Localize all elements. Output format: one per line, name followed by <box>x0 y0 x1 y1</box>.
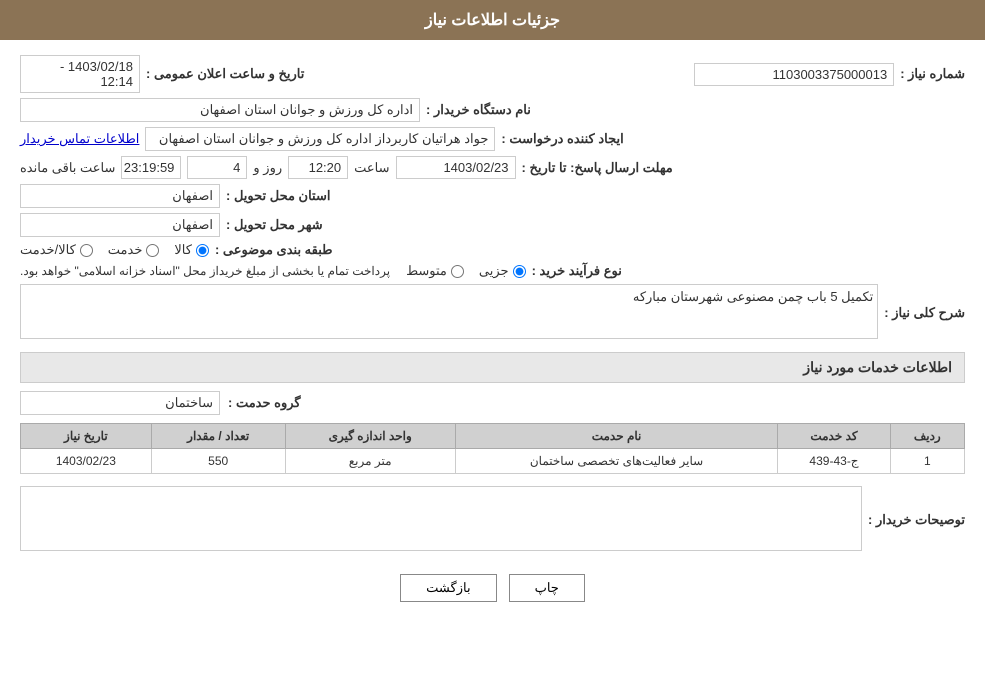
process-radio1-label: جزیی <box>479 263 509 279</box>
process-radio-item-2: متوسط <box>406 263 464 279</box>
category-radio2-label: خدمت <box>108 242 143 258</box>
deadline-row: مهلت ارسال پاسخ: تا تاریخ : 1403/02/23 س… <box>20 156 965 179</box>
process-radio-group: متوسط جزیی <box>406 263 526 279</box>
deadline-remaining-value: 23:19:59 <box>121 156 181 179</box>
description-label: شرح کلی نیاز : <box>884 305 965 321</box>
deadline-days-label: روز و <box>253 160 282 176</box>
process-radio1[interactable] <box>513 265 526 278</box>
col-code: کد خدمت <box>778 424 890 449</box>
process-radio2[interactable] <box>451 265 464 278</box>
city-row: شهر محل تحویل : اصفهان <box>20 213 965 237</box>
deadline-time-label: ساعت <box>354 160 389 176</box>
cell-quantity: 550 <box>151 449 285 474</box>
category-radio3-label: کالا/خدمت <box>20 242 76 258</box>
col-quantity: تعداد / مقدار <box>151 424 285 449</box>
description-row: شرح کلی نیاز : تکمیل 5 باب چمن مصنوعی شه… <box>20 284 965 342</box>
col-name: نام حدمت <box>455 424 778 449</box>
category-radio-item-2: خدمت <box>108 242 160 258</box>
category-radio3[interactable] <box>80 244 93 257</box>
buyer-notes-row: توصیحات خریدار : <box>20 486 965 554</box>
category-radio-item-3: کالا/خدمت <box>20 242 93 258</box>
service-group-row: گروه حدمت : ساختمان <box>20 391 965 415</box>
deadline-remaining-label: ساعت باقی مانده <box>20 160 115 176</box>
print-button[interactable]: چاپ <box>509 574 585 602</box>
requester-value: جواد هراتیان کاربرداز اداره کل ورزش و جو… <box>145 127 495 151</box>
need-number-value: 1103003375000013 <box>694 63 894 86</box>
cell-row: 1 <box>890 449 964 474</box>
table-header-row: ردیف کد خدمت نام حدمت واحد اندازه گیری ت… <box>21 424 965 449</box>
deadline-days-value: 4 <box>187 156 247 179</box>
deadline-label: مهلت ارسال پاسخ: تا تاریخ : <box>522 160 673 176</box>
deadline-date: 1403/02/23 <box>396 156 516 179</box>
requester-row: ایجاد کننده درخواست : جواد هراتیان کاربر… <box>20 127 965 151</box>
need-number-row: شماره نیاز : 1103003375000013 تاریخ و سا… <box>20 55 965 93</box>
buyer-notes-container <box>20 486 862 554</box>
buyer-notes-textarea[interactable] <box>20 486 862 551</box>
province-value: اصفهان <box>20 184 220 208</box>
category-radio1-label: کالا <box>174 242 192 258</box>
category-label: طبقه بندی موضوعی : <box>215 242 333 258</box>
announce-date-value: 1403/02/18 - 12:14 <box>20 55 140 93</box>
category-radio1[interactable] <box>196 244 209 257</box>
province-label: استان محل تحویل : <box>226 188 331 204</box>
process-radio2-label: متوسط <box>406 263 447 279</box>
process-row: نوع فرآیند خرید : متوسط جزیی پرداخت تمام… <box>20 263 965 279</box>
category-row: طبقه بندی موضوعی : کالا/خدمت خدمت کالا <box>20 242 965 258</box>
back-button[interactable]: بازگشت <box>400 574 496 602</box>
category-radio-item-1: کالا <box>174 242 209 258</box>
announce-date-label: تاریخ و ساعت اعلان عمومی : <box>146 66 304 82</box>
cell-unit: متر مربع <box>285 449 455 474</box>
city-value: اصفهان <box>20 213 220 237</box>
services-table: ردیف کد خدمت نام حدمت واحد اندازه گیری ت… <box>20 423 965 474</box>
button-row: چاپ بازگشت <box>20 574 965 622</box>
category-radio2[interactable] <box>146 244 159 257</box>
process-radio-item-1: جزیی <box>479 263 526 279</box>
category-radio-group: کالا/خدمت خدمت کالا <box>20 242 209 258</box>
deadline-time-value: 12:20 <box>288 156 348 179</box>
buyer-org-value: اداره کل ورزش و جوانان استان اصفهان <box>20 98 420 122</box>
col-unit: واحد اندازه گیری <box>285 424 455 449</box>
page-header: جزئیات اطلاعات نیاز <box>0 0 985 40</box>
city-label: شهر محل تحویل : <box>226 217 323 233</box>
table-row: 1ج-43-439سایر فعالیت‌های تخصصی ساختمانمت… <box>21 449 965 474</box>
page-title: جزئیات اطلاعات نیاز <box>425 12 560 29</box>
col-row: ردیف <box>890 424 964 449</box>
requester-label: ایجاد کننده درخواست : <box>501 131 623 147</box>
main-content: شماره نیاز : 1103003375000013 تاریخ و سا… <box>0 40 985 637</box>
cell-code: ج-43-439 <box>778 449 890 474</box>
service-group-value: ساختمان <box>20 391 220 415</box>
col-date: تاریخ نیاز <box>21 424 152 449</box>
buyer-org-label: نام دستگاه خریدار : <box>426 102 531 118</box>
contact-link[interactable]: اطلاعات تماس خریدار <box>20 131 139 147</box>
description-value: تکمیل 5 باب چمن مصنوعی شهرستان مبارکه <box>633 289 873 305</box>
process-label: نوع فرآیند خرید : <box>532 263 622 279</box>
province-row: استان محل تحویل : اصفهان <box>20 184 965 208</box>
page-container: جزئیات اطلاعات نیاز شماره نیاز : 1103003… <box>0 0 985 691</box>
buyer-notes-label: توصیحات خریدار : <box>868 512 965 528</box>
services-section-title: اطلاعات خدمات مورد نیاز <box>20 352 965 383</box>
need-number-label: شماره نیاز : <box>900 66 965 82</box>
process-note: پرداخت تمام یا بخشی از مبلغ خریداز محل "… <box>20 264 390 278</box>
cell-date: 1403/02/23 <box>21 449 152 474</box>
service-group-label: گروه حدمت : <box>228 395 301 411</box>
description-container: تکمیل 5 باب چمن مصنوعی شهرستان مبارکه <box>20 284 878 342</box>
buyer-org-row: نام دستگاه خریدار : اداره کل ورزش و جوان… <box>20 98 965 122</box>
cell-name: سایر فعالیت‌های تخصصی ساختمان <box>455 449 778 474</box>
